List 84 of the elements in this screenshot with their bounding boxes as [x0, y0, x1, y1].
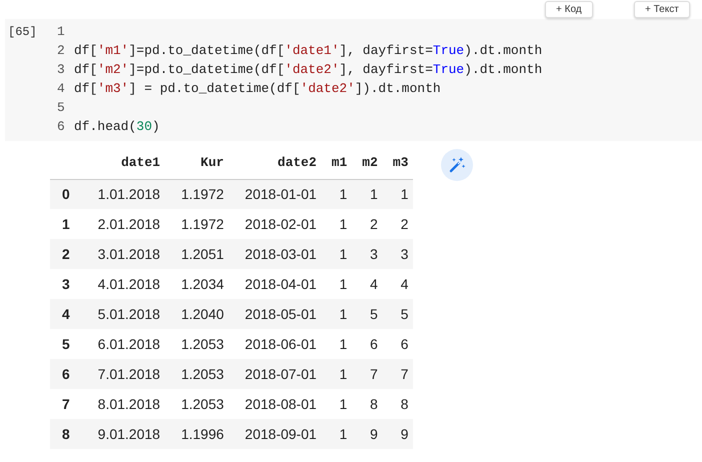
code-line: df['m2']=pd.to_datetime(df['date2'], dayfirst=True).dt.month	[74, 62, 542, 77]
table-cell: 1	[322, 209, 352, 239]
magic-wand-button[interactable]	[441, 149, 474, 181]
table-cell: 8.01.2018	[82, 389, 166, 419]
table-cell: 1.1996	[165, 419, 229, 449]
row-index: 1	[50, 209, 82, 239]
table-cell: 2018-05-01	[228, 299, 322, 329]
add-text-button[interactable]: + Текст	[634, 1, 690, 18]
line-number: 1	[57, 23, 66, 41]
table-cell: 2.01.2018	[82, 209, 166, 239]
execution-count: [65]	[8, 25, 37, 39]
table-cell: 5	[352, 299, 383, 329]
column-header: Kur	[165, 147, 229, 179]
table-cell: 1.2034	[165, 269, 229, 299]
row-index: 7	[50, 389, 82, 419]
table-cell: 7	[382, 359, 414, 389]
code-line: df.head(30)	[74, 119, 160, 134]
table-cell: 8	[382, 389, 414, 419]
code-line: df['m3'] = pd.to_datetime(df['date2']).dt.month	[74, 81, 441, 96]
table-cell: 1.1972	[165, 179, 229, 209]
column-header: m3	[382, 147, 414, 179]
row-index: 3	[50, 269, 82, 299]
table-cell: 1	[322, 239, 352, 269]
table-cell: 2	[352, 209, 383, 239]
table-cell: 3	[352, 239, 383, 269]
table-cell: 1.01.2018	[82, 179, 166, 209]
table-cell: 6	[382, 329, 414, 359]
table-cell: 1	[352, 179, 383, 209]
table-cell: 4	[352, 269, 383, 299]
table-cell: 2	[382, 209, 414, 239]
row-index: 4	[50, 299, 82, 329]
table-cell: 4.01.2018	[82, 269, 166, 299]
line-number: 6	[57, 118, 66, 136]
column-header: date1	[82, 147, 166, 179]
table-cell: 1.2053	[165, 389, 229, 419]
table-cell: 1	[322, 299, 352, 329]
table-cell: 2018-02-01	[228, 209, 322, 239]
table-cell: 2018-07-01	[228, 359, 322, 389]
table-cell: 2018-09-01	[228, 419, 322, 449]
table-cell: 3	[382, 239, 414, 269]
table-cell: 5	[382, 299, 414, 329]
row-index: 6	[50, 359, 82, 389]
table-cell: 1	[322, 389, 352, 419]
magic-wand-icon	[448, 156, 466, 174]
table-cell: 1	[322, 359, 352, 389]
column-header: m1	[322, 147, 352, 179]
table-cell: 7	[352, 359, 383, 389]
table-cell: 3.01.2018	[82, 239, 166, 269]
row-index: 2	[50, 239, 82, 269]
table-cell: 1.2053	[165, 329, 229, 359]
line-number: 5	[57, 99, 66, 117]
table-cell: 2018-04-01	[228, 269, 322, 299]
table-cell: 2018-08-01	[228, 389, 322, 419]
table-cell: 1.1972	[165, 209, 229, 239]
table-cell: 1	[322, 329, 352, 359]
row-index: 8	[50, 419, 82, 449]
table-cell: 6.01.2018	[82, 329, 166, 359]
table-cell: 6	[352, 329, 383, 359]
table-cell: 1.2051	[165, 239, 229, 269]
line-number: 2	[57, 42, 66, 60]
code-line: df['m1']=pd.to_datetime(df['date1'], dayfirst=True).dt.month	[74, 43, 542, 58]
row-index: 0	[50, 179, 82, 209]
row-index: 5	[50, 329, 82, 359]
column-header: date2	[228, 147, 322, 179]
table-cell: 1.2053	[165, 359, 229, 389]
table-cell: 1	[322, 419, 352, 449]
table-cell: 5.01.2018	[82, 299, 166, 329]
table-cell: 1.2040	[165, 299, 229, 329]
table-cell: 1	[322, 269, 352, 299]
table-cell: 1	[382, 179, 414, 209]
table-cell: 1	[322, 179, 352, 209]
table-cell: 9	[352, 419, 383, 449]
line-number: 4	[57, 80, 66, 98]
table-cell: 9.01.2018	[82, 419, 166, 449]
table-cell: 8	[352, 389, 383, 419]
table-cell: 7.01.2018	[82, 359, 166, 389]
table-cell: 9	[382, 419, 414, 449]
column-header: m2	[352, 147, 383, 179]
table-cell: 4	[382, 269, 414, 299]
table-cell: 2018-06-01	[228, 329, 322, 359]
add-code-button[interactable]: + Код	[545, 1, 593, 18]
table-cell: 2018-03-01	[228, 239, 322, 269]
line-number: 3	[57, 61, 66, 79]
table-cell: 2018-01-01	[228, 179, 322, 209]
